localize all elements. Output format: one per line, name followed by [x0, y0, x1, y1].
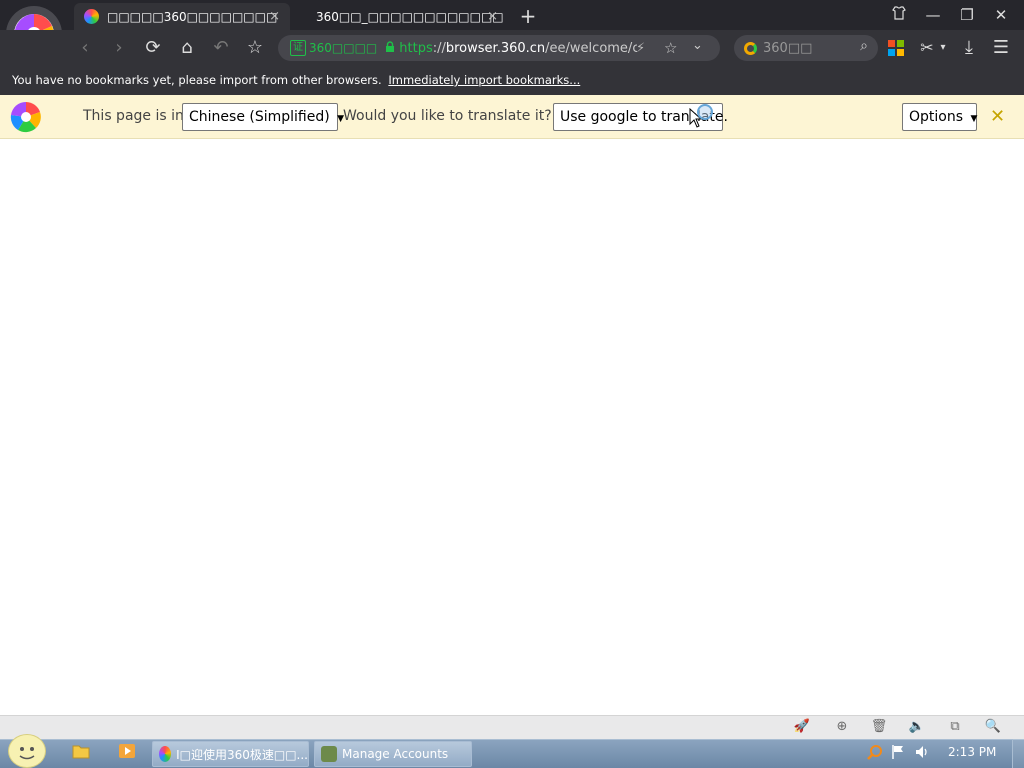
- minimize-button[interactable]: —: [918, 4, 948, 26]
- dropdown-arrow-icon: ▼: [970, 114, 978, 124]
- rocket-icon[interactable]: 🚀: [792, 718, 812, 736]
- search-box[interactable]: 360□□ ⌕: [734, 35, 878, 61]
- close-window-button[interactable]: ✕: [986, 4, 1016, 26]
- tab-welcome[interactable]: □□□□□360□□□□□□□□ ×: [74, 3, 290, 30]
- volume-icon[interactable]: [913, 744, 931, 762]
- lock-icon: [385, 41, 395, 55]
- tab-360[interactable]: 360□□_□□□□□□□□□□□□ ×: [296, 3, 508, 30]
- taskbar-item-360-browser[interactable]: I□迎使用360极速□□...: [152, 741, 309, 767]
- favorite-button[interactable]: ☆: [242, 36, 268, 60]
- media-player-icon[interactable]: [116, 743, 138, 763]
- download-icon[interactable]: ⤓: [956, 36, 982, 60]
- skin-icon[interactable]: [884, 4, 914, 26]
- language-select[interactable]: Chinese (Simplified) ▼: [182, 103, 344, 131]
- bookmark-message: You have no bookmarks yet, please import…: [12, 73, 382, 87]
- translate-bar: This page is in Chinese (Simplified) ▼ W…: [0, 95, 1024, 139]
- search-icon[interactable]: ⌕: [860, 38, 868, 54]
- home-button[interactable]: ⌂: [174, 36, 200, 60]
- undo-close-button[interactable]: ↶: [208, 36, 234, 60]
- lightning-icon[interactable]: ⚡: [636, 41, 645, 56]
- menu-icon[interactable]: ☰: [988, 36, 1014, 60]
- scissors-dropdown-icon[interactable]: ▾: [936, 36, 950, 60]
- tab-favicon-icon: [84, 9, 99, 24]
- apps-grid-icon[interactable]: [888, 40, 904, 56]
- translate-prefix: This page is in: [83, 108, 184, 124]
- translate-question: Would you like to translate it?: [343, 108, 552, 124]
- tab-title: □□□□□360□□□□□□□□: [107, 9, 278, 24]
- bookmark-bar: You have no bookmarks yet, please import…: [0, 66, 1024, 95]
- forward-button[interactable]: ›: [106, 36, 132, 60]
- close-tab-icon[interactable]: ×: [487, 9, 498, 24]
- restore-button[interactable]: ❐: [952, 4, 982, 26]
- new-tab-button[interactable]: +: [516, 4, 540, 28]
- show-desktop-button[interactable]: [1012, 739, 1024, 768]
- search-placeholder: 360□□: [763, 40, 813, 56]
- certificate-badge[interactable]: 证: [290, 40, 306, 56]
- busy-cursor-icon: [697, 104, 713, 120]
- translate-logo-icon: [10, 101, 42, 133]
- speaker-icon[interactable]: 🔈: [907, 718, 927, 736]
- accelerate-icon[interactable]: ⊕: [832, 718, 852, 736]
- chevron-down-icon[interactable]: ⌄: [692, 38, 703, 53]
- star-icon[interactable]: ☆: [664, 39, 677, 57]
- search-engine-icon[interactable]: [744, 41, 757, 55]
- close-translate-bar-button[interactable]: ✕: [990, 106, 1005, 127]
- import-bookmarks-link[interactable]: Immediately import bookmarks...: [388, 73, 580, 87]
- window-icon[interactable]: ⧉: [945, 718, 965, 736]
- address-bar[interactable]: 证 360□□□□ https://browser.360.cn/ee/welc…: [278, 35, 720, 61]
- certificate-label[interactable]: 360□□□□: [309, 41, 377, 55]
- start-button[interactable]: [8, 734, 46, 768]
- users-icon: [321, 746, 337, 762]
- trash-icon[interactable]: 🗑: [869, 718, 889, 736]
- zoom-icon[interactable]: 🔍: [983, 718, 1003, 736]
- url-text[interactable]: https://browser.360.cn/ee/welcome/chr: [399, 41, 637, 56]
- browser-360-icon: [159, 746, 172, 762]
- back-button[interactable]: ‹: [72, 36, 98, 60]
- reload-button[interactable]: ⟳: [140, 36, 166, 60]
- options-button[interactable]: Options ▼: [902, 103, 977, 131]
- page-content: [0, 140, 1024, 715]
- taskbar-item-manage-accounts[interactable]: Manage Accounts: [314, 741, 472, 767]
- tab-title: 360□□_□□□□□□□□□□□□: [316, 9, 504, 24]
- close-tab-icon[interactable]: ×: [269, 9, 280, 24]
- action-center-flag-icon[interactable]: [889, 744, 907, 762]
- explorer-icon[interactable]: [70, 743, 92, 763]
- clock[interactable]: 2:13 PM: [948, 745, 996, 759]
- tray-search-icon[interactable]: [866, 744, 884, 762]
